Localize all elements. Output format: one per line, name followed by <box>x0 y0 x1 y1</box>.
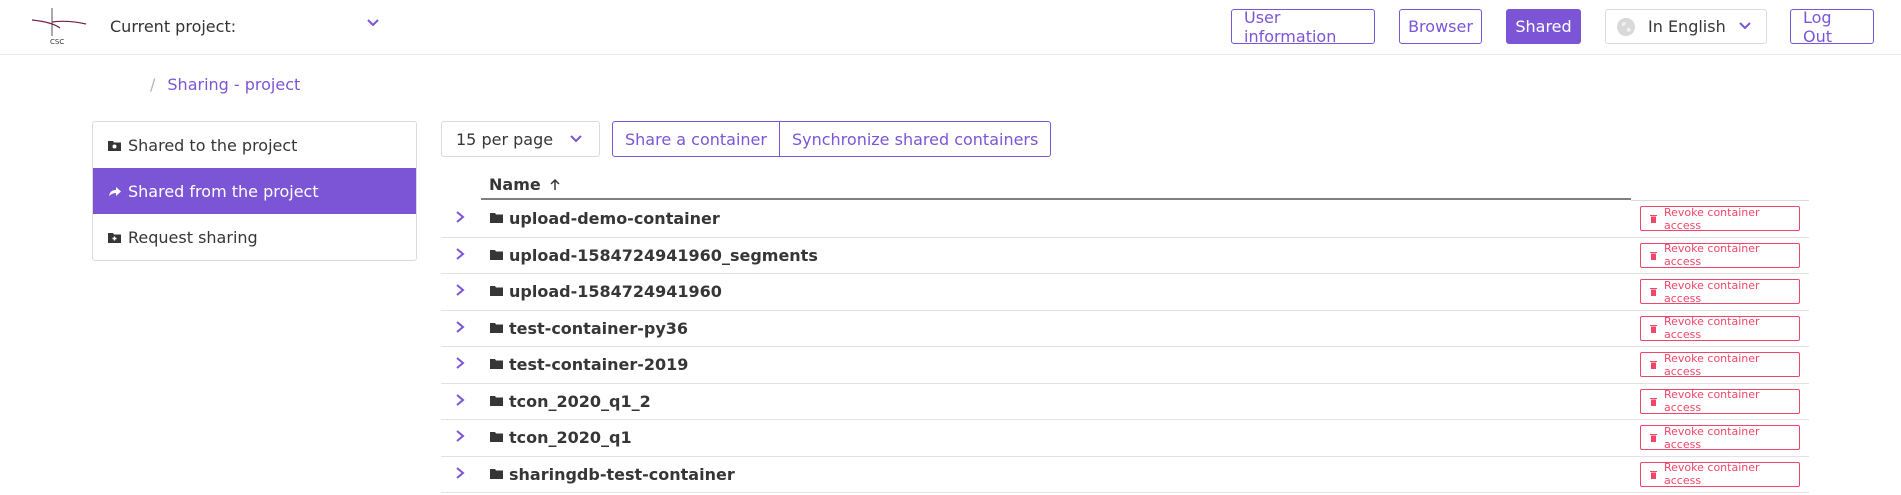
language-select[interactable]: In English <box>1605 9 1767 44</box>
folder-icon <box>490 249 503 260</box>
table-row: tcon_2020_q1_2 Revoke container access <box>441 384 1809 420</box>
per-page-select[interactable]: 15 per page <box>441 121 600 157</box>
folder-icon <box>490 322 503 333</box>
table-row: sharingdb-test-container Revoke container… <box>441 457 1809 493</box>
container-name[interactable]: sharingdb-test-container <box>509 465 735 484</box>
trash-icon <box>1650 360 1657 369</box>
container-name[interactable]: upload-demo-container <box>509 209 720 228</box>
name-column-header[interactable]: Name <box>481 171 1631 200</box>
revoke-label: Revoke container access <box>1664 315 1760 341</box>
chevron-right-icon[interactable] <box>455 393 465 407</box>
chevron-right-icon[interactable] <box>455 210 465 224</box>
user-information-button[interactable]: User information <box>1231 8 1375 46</box>
container-name[interactable]: tcon_2020_q1 <box>509 428 632 447</box>
revoke-label: Revoke container access <box>1664 388 1760 414</box>
current-project-label: Current project: <box>110 17 237 36</box>
breadcrumb: / Sharing - project <box>150 75 300 94</box>
browser-button[interactable]: Browser <box>1399 9 1482 44</box>
revoke-container-access-button[interactable]: Revoke container access <box>1640 315 1800 341</box>
revoke-container-access-button[interactable]: Revoke container access <box>1640 278 1800 305</box>
folder-icon <box>490 359 503 369</box>
folder-icon <box>490 468 503 479</box>
chevron-right-icon[interactable] <box>455 320 465 334</box>
chevron-down-icon <box>1739 22 1751 30</box>
shared-containers-table: Name upload-demo-container Revoke contain… <box>441 171 1809 493</box>
trash-icon <box>1650 214 1657 223</box>
table-row: upload-1584724941960_segments Revoke cont… <box>441 238 1809 274</box>
folder-plus-icon <box>108 230 122 244</box>
chevron-right-icon[interactable] <box>455 356 465 370</box>
sidebar-item-label: Request sharing <box>128 227 258 247</box>
shared-button[interactable]: Shared <box>1506 9 1581 44</box>
folder-share-icon <box>108 138 122 152</box>
revoke-container-access-button[interactable]: Revoke container access <box>1640 461 1800 487</box>
svg-text:CSC: CSC <box>50 38 64 46</box>
breadcrumb-current[interactable]: Sharing - project <box>167 75 300 94</box>
top-navbar: CSC Current project: User information Br… <box>0 0 1901 55</box>
chevron-right-icon[interactable] <box>455 283 465 297</box>
table-body: upload-demo-container Revoke container ac… <box>441 201 1809 493</box>
container-name[interactable]: test-container-2019 <box>509 355 688 374</box>
chevron-down-icon <box>367 19 379 27</box>
trash-icon <box>1650 433 1657 442</box>
name-header-label: Name <box>489 175 541 194</box>
revoke-label: Revoke container access <box>1664 278 1760 305</box>
sidebar-item-shared-from-project[interactable]: Shared from the project <box>93 168 416 214</box>
revoke-label: Revoke container access <box>1664 424 1760 451</box>
breadcrumb-separator: / <box>150 75 156 94</box>
revoke-label: Revoke container access <box>1664 242 1760 268</box>
csc-logo[interactable]: CSC <box>28 6 88 46</box>
container-name[interactable]: upload-1584724941960 <box>509 282 722 301</box>
container-name[interactable]: tcon_2020_q1_2 <box>509 392 651 411</box>
sharing-sidebar: Shared to the project Shared from the pr… <box>92 121 417 261</box>
revoke-label: Revoke container access <box>1664 461 1760 487</box>
share-container-button[interactable]: Share a container <box>612 121 780 157</box>
trash-icon <box>1650 397 1657 406</box>
folder-icon <box>490 395 503 406</box>
globe-icon <box>1617 17 1635 36</box>
sort-ascending-icon <box>549 178 561 191</box>
sidebar-item-shared-to-project[interactable]: Shared to the project <box>93 122 416 168</box>
chevron-right-icon[interactable] <box>455 429 465 443</box>
folder-icon <box>490 286 503 296</box>
language-value: In English <box>1648 17 1726 36</box>
revoke-label: Revoke container access <box>1664 351 1760 378</box>
table-row: tcon_2020_q1 Revoke container access <box>441 420 1809 457</box>
revoke-container-access-button[interactable]: Revoke container access <box>1640 205 1800 232</box>
sidebar-item-request-sharing[interactable]: Request sharing <box>93 214 416 260</box>
container-name[interactable]: test-container-py36 <box>509 319 688 338</box>
table-row: upload-1584724941960 Revoke container acc… <box>441 274 1809 311</box>
table-row: upload-demo-container Revoke container ac… <box>441 201 1809 238</box>
folder-icon <box>490 432 503 442</box>
container-actions: Share a container Synchronize shared con… <box>612 121 1052 157</box>
per-page-value: 15 per page <box>456 129 554 149</box>
sidebar-item-label: Shared to the project <box>128 135 298 155</box>
trash-icon <box>1650 324 1657 333</box>
chevron-down-icon <box>570 135 582 143</box>
sidebar-item-label: Shared from the project <box>128 181 319 201</box>
logout-button[interactable]: Log Out <box>1790 8 1874 46</box>
share-arrow-icon <box>108 184 122 198</box>
folder-icon <box>490 213 503 223</box>
table-row: test-container-py36 Revoke container acce… <box>441 311 1809 347</box>
chevron-right-icon[interactable] <box>455 466 465 480</box>
synchronize-shared-containers-button[interactable]: Synchronize shared containers <box>779 121 1052 157</box>
table-row: test-container-2019 Revoke container acce… <box>441 347 1809 384</box>
revoke-container-access-button[interactable]: Revoke container access <box>1640 388 1800 414</box>
revoke-label: Revoke container access <box>1664 205 1760 232</box>
revoke-container-access-button[interactable]: Revoke container access <box>1640 424 1800 451</box>
chevron-right-icon[interactable] <box>455 247 465 261</box>
table-header: Name <box>441 171 1809 201</box>
revoke-container-access-button[interactable]: Revoke container access <box>1640 242 1800 268</box>
trash-icon <box>1650 470 1657 479</box>
project-select[interactable] <box>250 14 380 40</box>
revoke-container-access-button[interactable]: Revoke container access <box>1640 351 1800 378</box>
trash-icon <box>1650 287 1657 296</box>
trash-icon <box>1650 251 1657 260</box>
container-name[interactable]: upload-1584724941960_segments <box>509 246 818 265</box>
